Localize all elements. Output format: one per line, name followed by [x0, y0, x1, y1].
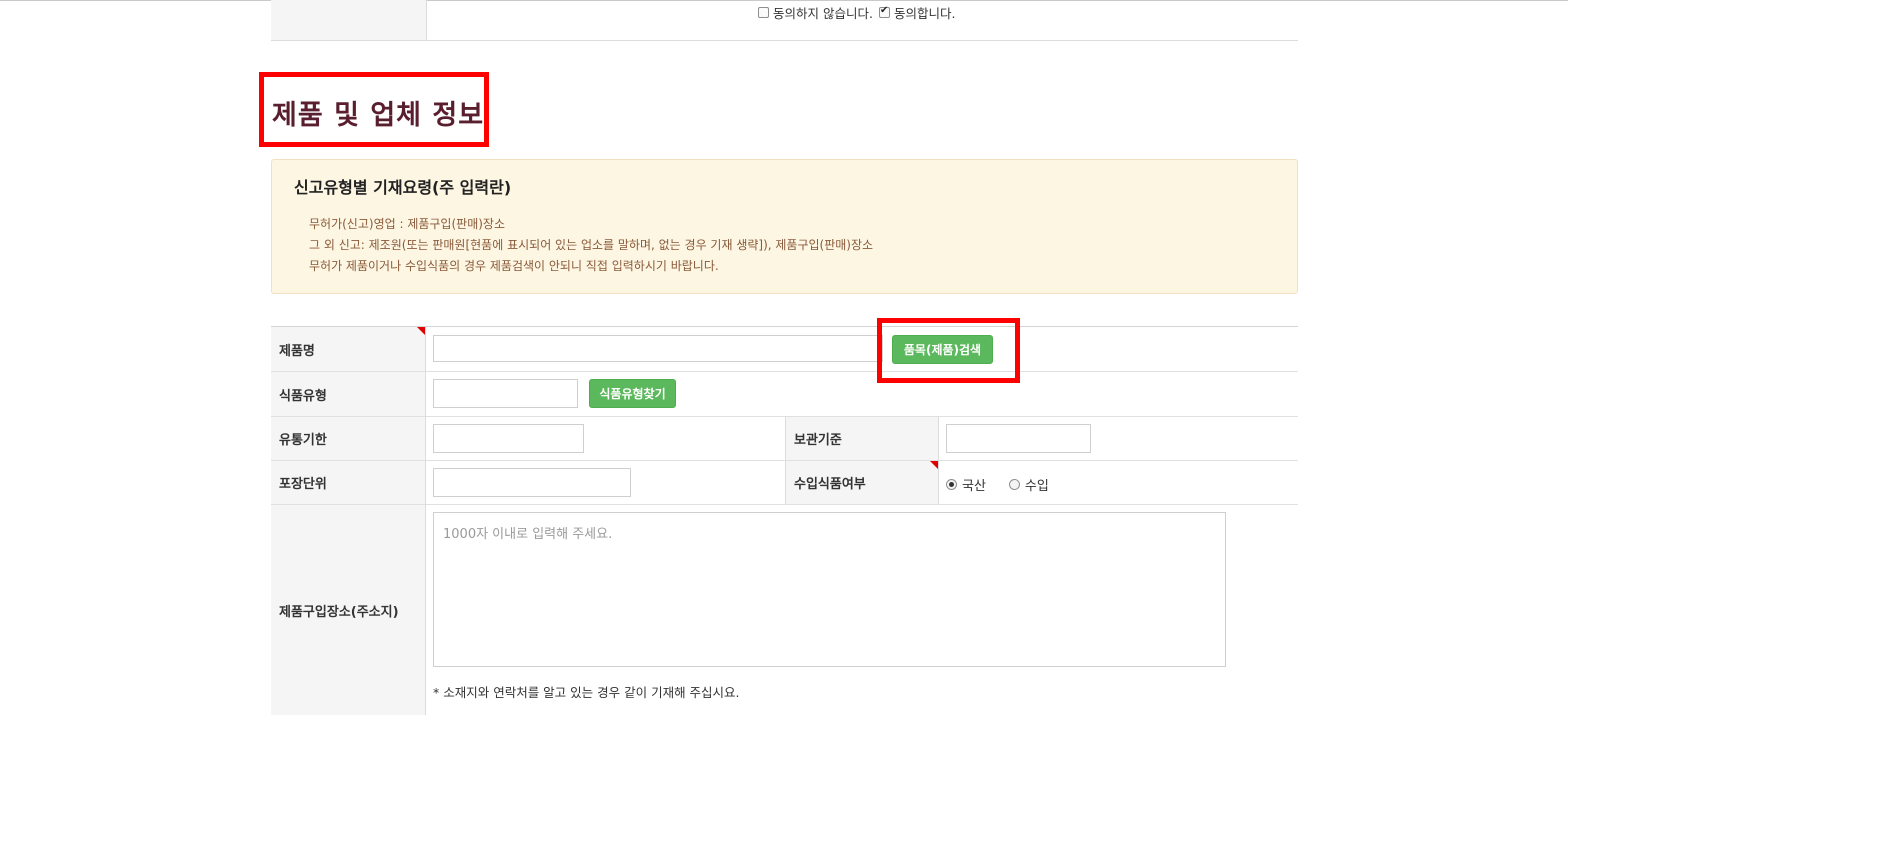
notice-panel: 신고유형별 기재요령(주 입력란) 무허가(신고)영업 : 제품구입(판매)장소… [271, 159, 1298, 294]
product-form: 제품명 품목(제품)검색 식품유형 식품유형찾기 유통기한 보관기준 포장단위 … [271, 326, 1298, 715]
row-food-type: 식품유형 식품유형찾기 [271, 372, 1298, 417]
agree-checkbox[interactable] [878, 5, 890, 18]
consent-label-cell [271, 0, 427, 40]
food-type-input[interactable] [433, 379, 578, 408]
consent-row: 동의하지 않습니다. 동의합니다. [271, 0, 1298, 41]
storage-label: 보관기준 [785, 417, 939, 460]
disagree-checkbox[interactable] [758, 7, 769, 18]
import-radio-group: 국산 수입 [946, 475, 1049, 494]
notice-line: 무허가(신고)영업 : 제품구입(판매)장소 [309, 217, 505, 231]
purchase-place-hint: * 소재지와 연락처를 알고 있는 경우 같이 기재해 주십시요. [433, 685, 740, 700]
notice-line: 무허가 제품이거나 수입식품의 경우 제품검색이 안되니 직접 입력하시기 바랍… [309, 259, 719, 273]
food-type-search-button[interactable]: 식품유형찾기 [589, 379, 676, 408]
disagree-label: 동의하지 않습니다. [773, 6, 873, 21]
row-product-name: 제품명 품목(제품)검색 [271, 327, 1298, 372]
domestic-radio-label: 국산 [962, 479, 986, 494]
notice-heading: 신고유형별 기재요령(주 입력란) [294, 178, 512, 197]
row-expiry-storage: 유통기한 보관기준 [271, 417, 1298, 461]
expiry-input[interactable] [433, 424, 584, 453]
import-label: 수입식품여부 [785, 461, 939, 504]
packaging-input[interactable] [433, 468, 631, 497]
notice-line: 그 외 신고: 제조원(또는 판매원[현품에 표시되어 있는 업소를 말하며, … [309, 238, 874, 252]
purchase-place-textarea[interactable] [433, 512, 1226, 667]
row-packaging-import: 포장단위 수입식품여부 국산 수입 [271, 461, 1298, 505]
product-name-label: 제품명 [271, 327, 426, 371]
purchase-place-label: 제품구입장소(주소지) [271, 505, 426, 715]
section-title: 제품 및 업체 정보 [272, 100, 485, 131]
food-type-label: 식품유형 [271, 372, 426, 416]
consent-options: 동의하지 않습니다. 동의합니다. [758, 3, 955, 22]
storage-input[interactable] [946, 424, 1091, 453]
product-name-input[interactable] [433, 335, 883, 362]
import-radio-label: 수입 [1024, 479, 1049, 494]
domestic-radio[interactable] [946, 479, 957, 490]
row-purchase-place: 제품구입장소(주소지) * 소재지와 연락처를 알고 있는 경우 같이 기재해 … [271, 505, 1298, 715]
import-radio[interactable] [1008, 479, 1020, 490]
expiry-label: 유통기한 [271, 417, 426, 460]
search-button-highlight-box [877, 318, 1020, 383]
agree-label: 동의합니다. [893, 6, 956, 21]
packaging-label: 포장단위 [271, 461, 426, 504]
